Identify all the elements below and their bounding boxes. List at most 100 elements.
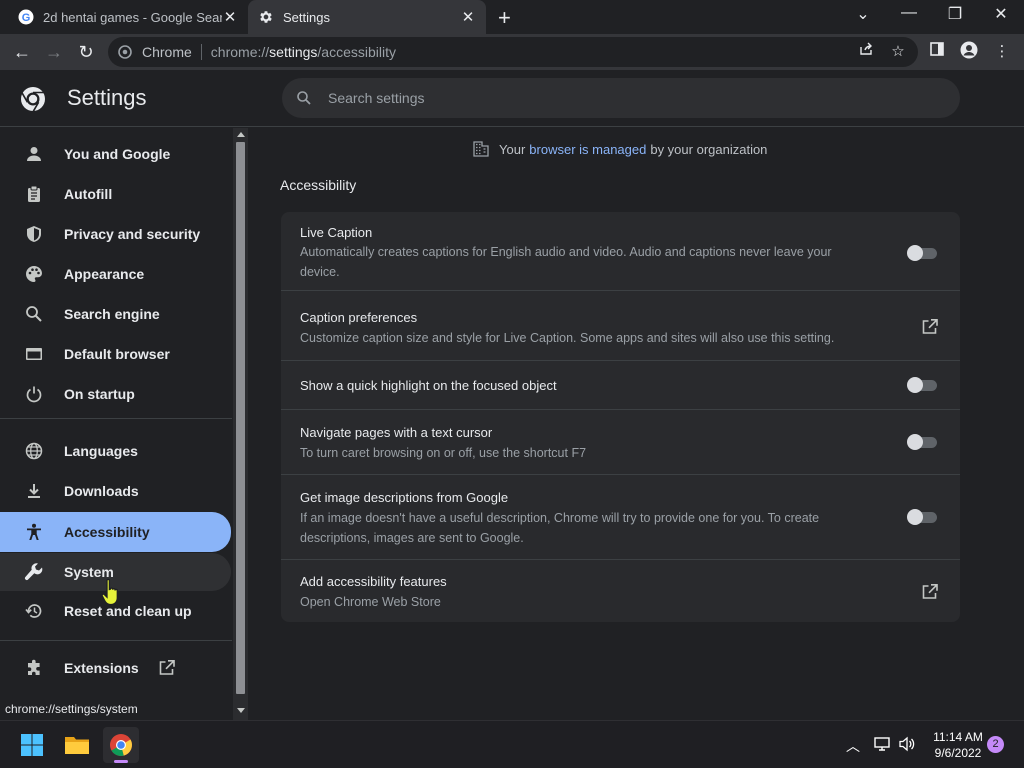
sidebar-item-label: Autofill (64, 186, 113, 202)
sidebar-item-label: You and Google (64, 146, 171, 162)
close-tab-icon[interactable]: ✕ (222, 8, 238, 26)
browser-managed-link[interactable]: browser is managed (529, 142, 646, 157)
status-bubble-url: chrome://settings/system (0, 700, 160, 720)
restore-button[interactable]: ❐ (932, 4, 978, 28)
setting-description: Open Chrome Web Store (300, 595, 441, 609)
tab-strip: G 2d hentai games - Google Search ✕ Sett… (0, 0, 1024, 34)
tab-google-search[interactable]: G 2d hentai games - Google Search ✕ (8, 0, 248, 34)
address-bar[interactable]: Chrome chrome://settings/accessibility (108, 37, 918, 67)
more-menu-icon[interactable]: ⋮ (991, 41, 1013, 63)
sidebar-item-label: Appearance (64, 266, 145, 282)
tab-search-chevron-icon[interactable]: ⌄ (840, 4, 886, 28)
text-cursor-toggle[interactable] (907, 434, 937, 450)
bookmark-star-icon[interactable]: ☆ (887, 41, 909, 63)
open-in-new-icon[interactable] (921, 318, 939, 336)
open-in-new-icon[interactable] (921, 583, 939, 601)
managed-suffix: by your organization (650, 141, 768, 157)
sidebar-item-downloads[interactable]: Downloads (0, 472, 231, 510)
scroll-up-arrow-icon[interactable] (237, 132, 245, 137)
close-tab-icon[interactable]: ✕ (460, 8, 476, 26)
setting-row-text-cursor[interactable]: Navigate pages with a text cursor To tur… (281, 409, 960, 474)
sidebar-scrollbar[interactable] (233, 128, 248, 720)
file-explorer-button[interactable] (59, 727, 95, 763)
reload-button[interactable]: ↻ (75, 41, 97, 63)
sidebar-item-label: Accessibility (64, 524, 150, 540)
search-settings-input[interactable]: Search settings (282, 78, 960, 118)
wrench-icon (24, 562, 44, 582)
live-caption-toggle[interactable] (907, 245, 937, 261)
new-tab-button[interactable]: + (498, 5, 511, 31)
open-in-new-icon (158, 659, 176, 677)
setting-label: Caption preferences (300, 310, 418, 325)
sidebar-item-you-and-google[interactable]: You and Google (0, 135, 231, 173)
system-clock[interactable]: 11:14 AM 9/6/2022 (928, 729, 988, 761)
sidebar-item-on-startup[interactable]: On startup (0, 375, 231, 413)
sidebar-item-label: Downloads (64, 483, 139, 499)
sidebar-item-label: Languages (64, 443, 138, 459)
setting-row-image-descriptions[interactable]: Get image descriptions from Google If an… (281, 474, 960, 559)
chrome-taskbar-button[interactable] (103, 727, 139, 763)
setting-description: To turn caret browsing on or off, use th… (300, 446, 587, 460)
gear-icon (260, 11, 272, 23)
sidebar-item-label: Reset and clean up (64, 603, 192, 619)
setting-label: Live Caption (300, 225, 373, 240)
notification-count-badge[interactable]: 2 (987, 736, 1004, 753)
share-icon[interactable] (855, 41, 877, 63)
sidebar-item-default-browser[interactable]: Default browser (0, 335, 231, 373)
tab-title: Settings (283, 9, 330, 25)
accessibility-icon (24, 523, 44, 541)
close-window-button[interactable]: ✕ (978, 4, 1024, 28)
sidebar-item-label: Extensions (64, 660, 139, 676)
start-button[interactable] (14, 727, 50, 763)
globe-icon (24, 442, 44, 460)
building-icon (473, 141, 489, 157)
sidebar-item-languages[interactable]: Languages (0, 432, 231, 470)
sidebar-item-appearance[interactable]: Appearance (0, 255, 231, 293)
sidebar-divider (0, 640, 232, 641)
settings-sidebar: You and Google Autofill Privacy and secu… (0, 128, 248, 720)
setting-row-caption-preferences[interactable]: Caption preferences Customize caption si… (281, 290, 960, 360)
clipboard-icon (24, 185, 44, 203)
search-placeholder: Search settings (328, 90, 425, 106)
palette-icon (24, 265, 44, 283)
sidebar-item-autofill[interactable]: Autofill (0, 175, 231, 213)
volume-icon[interactable] (898, 735, 916, 753)
sidebar-item-extensions[interactable]: Extensions (0, 649, 231, 687)
setting-row-focus-highlight[interactable]: Show a quick highlight on the focused ob… (281, 360, 960, 409)
sidebar-item-privacy-and-security[interactable]: Privacy and security (0, 215, 231, 253)
profile-avatar-icon[interactable] (958, 41, 980, 63)
sidebar-item-search-engine[interactable]: Search engine (0, 295, 231, 333)
chrome-logo-icon (110, 734, 132, 756)
setting-row-add-accessibility-features[interactable]: Add accessibility features Open Chrome W… (281, 559, 960, 622)
url-host: settings (269, 44, 318, 60)
running-indicator (114, 760, 128, 763)
person-icon (24, 145, 44, 163)
power-icon (24, 385, 44, 403)
setting-label: Navigate pages with a text cursor (300, 425, 493, 440)
scroll-down-arrow-icon[interactable] (237, 708, 245, 713)
setting-description: If an image doesn't have a useful descri… (300, 511, 820, 545)
setting-row-live-caption[interactable]: Live Caption Automatically creates capti… (281, 212, 960, 290)
focus-highlight-toggle[interactable] (907, 377, 937, 393)
tab-title: 2d hentai games - Google Search (43, 9, 222, 25)
minimize-button[interactable]: — (886, 4, 932, 28)
page-title: Settings (67, 85, 147, 110)
side-panel-icon[interactable] (926, 41, 948, 63)
show-hidden-icons-chevron-icon[interactable]: ︿ (846, 736, 860, 756)
windows-taskbar: ︿ 11:14 AM 9/6/2022 2 (0, 720, 1024, 768)
forward-button[interactable]: → (43, 41, 65, 63)
sidebar-item-label: Privacy and security (64, 226, 201, 242)
scrollbar-thumb[interactable] (236, 142, 245, 694)
clock-time: 11:14 AM (933, 730, 983, 744)
section-title: Accessibility (280, 177, 357, 193)
back-button[interactable]: ← (11, 41, 33, 63)
image-descriptions-toggle[interactable] (907, 509, 937, 525)
sidebar-item-accessibility[interactable]: Accessibility (0, 512, 231, 552)
puzzle-icon (24, 659, 44, 677)
tab-settings[interactable]: Settings ✕ (248, 0, 486, 34)
svg-text:G: G (22, 12, 31, 24)
managed-notice: Your browser is managed by your organiza… (472, 140, 767, 158)
url-prefix: chrome:// (210, 44, 270, 60)
sidebar-item-label: On startup (64, 386, 135, 402)
network-icon[interactable] (873, 735, 891, 753)
